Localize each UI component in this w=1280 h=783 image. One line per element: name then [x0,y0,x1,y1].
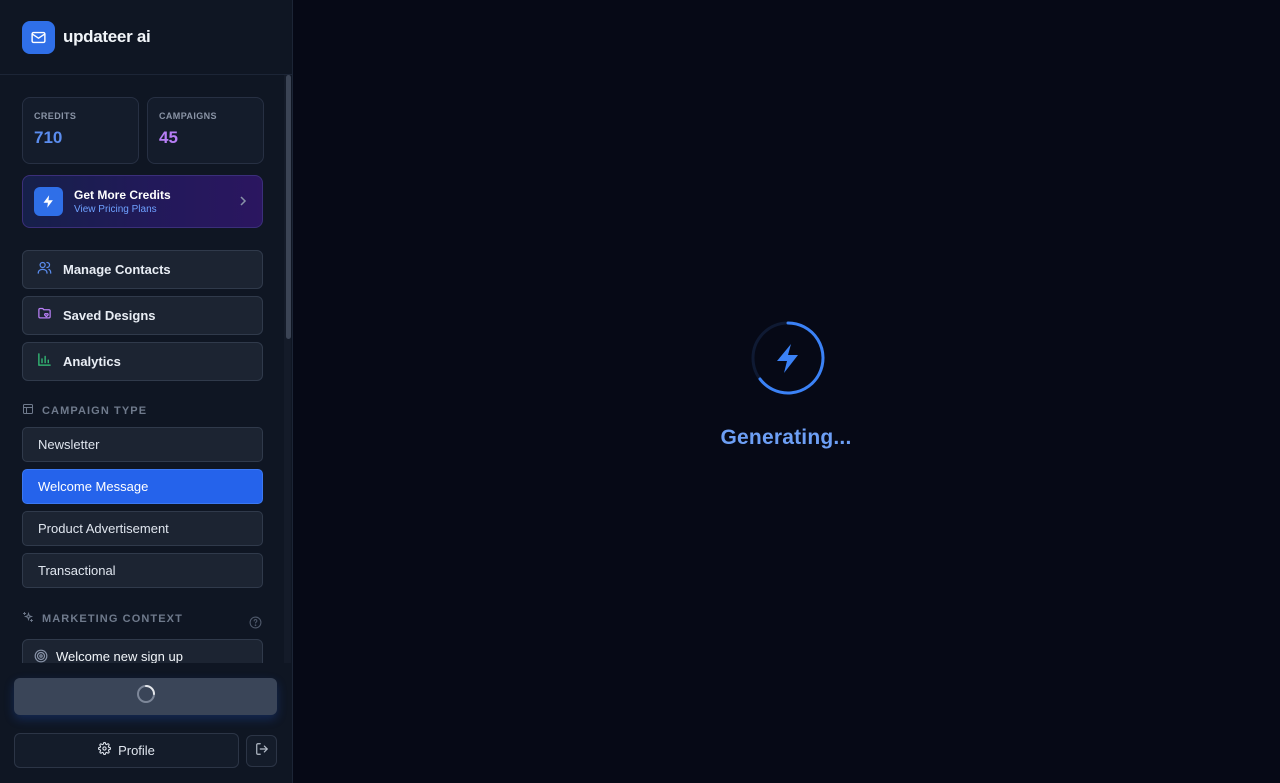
brand-name: updateer ai [63,27,151,46]
users-icon [37,260,52,280]
stats-row: CREDITS 710 CAMPAIGNS 45 [22,97,264,164]
layout-icon [22,402,34,420]
campaigns-value: 45 [159,128,178,147]
promo-subtitle: View Pricing Plans [74,204,157,215]
marketing-context-item-label: Welcome new sign up [56,649,183,663]
marketing-context-heading: MARKETING CONTEXT [22,610,183,628]
campaigns-label: CAMPAIGNS [159,111,217,121]
analytics-button[interactable]: Analytics [22,342,263,381]
main-content: Generating... [293,0,1280,783]
lightning-icon [777,344,798,373]
campaign-type-transactional[interactable]: Transactional [22,553,263,588]
promo-title: Get More Credits [74,188,171,202]
brand-header: updateer ai [0,0,292,75]
manage-contacts-label: Manage Contacts [63,262,171,277]
saved-designs-button[interactable]: Saved Designs [22,296,263,335]
sidebar-scroll-area[interactable]: CREDITS 710 CAMPAIGNS 45 Get More Credit… [0,75,292,663]
analytics-label: Analytics [63,354,121,369]
loading-spinner [751,321,825,395]
help-circle-icon[interactable] [249,616,262,634]
marketing-context-label: MARKETING CONTEXT [42,613,183,625]
lightning-icon [34,187,63,216]
sidebar: updateer ai CREDITS 710 CAMPAIGNS 45 Get… [0,0,293,783]
spinner-icon [136,684,156,709]
folder-heart-icon [37,306,52,326]
bar-chart-icon [37,352,52,372]
target-icon [34,649,48,663]
profile-label: Profile [118,743,155,758]
credits-card: CREDITS 710 [22,97,139,164]
campaign-type-label: CAMPAIGN TYPE [42,405,148,417]
logout-button[interactable] [246,735,277,767]
manage-contacts-button[interactable]: Manage Contacts [22,250,263,289]
generate-button[interactable] [14,678,277,715]
chevron-right-icon [238,194,248,212]
get-more-credits-button[interactable]: Get More Credits View Pricing Plans [22,175,263,228]
campaign-type-newsletter[interactable]: Newsletter [22,427,263,462]
credits-label: CREDITS [34,111,77,121]
generating-status-text: Generating... [720,426,852,449]
credits-value: 710 [34,128,63,147]
profile-button[interactable]: Profile [14,733,239,768]
campaigns-card: CAMPAIGNS 45 [147,97,264,164]
campaign-type-heading: CAMPAIGN TYPE [22,402,147,420]
saved-designs-label: Saved Designs [63,308,156,323]
sidebar-scrollbar-thumb[interactable] [286,75,291,339]
marketing-context-item[interactable]: Welcome new sign up [22,639,263,663]
campaign-type-welcome-message[interactable]: Welcome Message [22,469,263,504]
gear-icon [98,741,112,760]
mail-icon [22,20,55,54]
app-root: updateer ai CREDITS 710 CAMPAIGNS 45 Get… [0,0,1280,783]
logout-icon [255,742,269,761]
campaign-type-product-advertisement[interactable]: Product Advertisement [22,511,263,546]
sparkles-icon [22,610,34,628]
